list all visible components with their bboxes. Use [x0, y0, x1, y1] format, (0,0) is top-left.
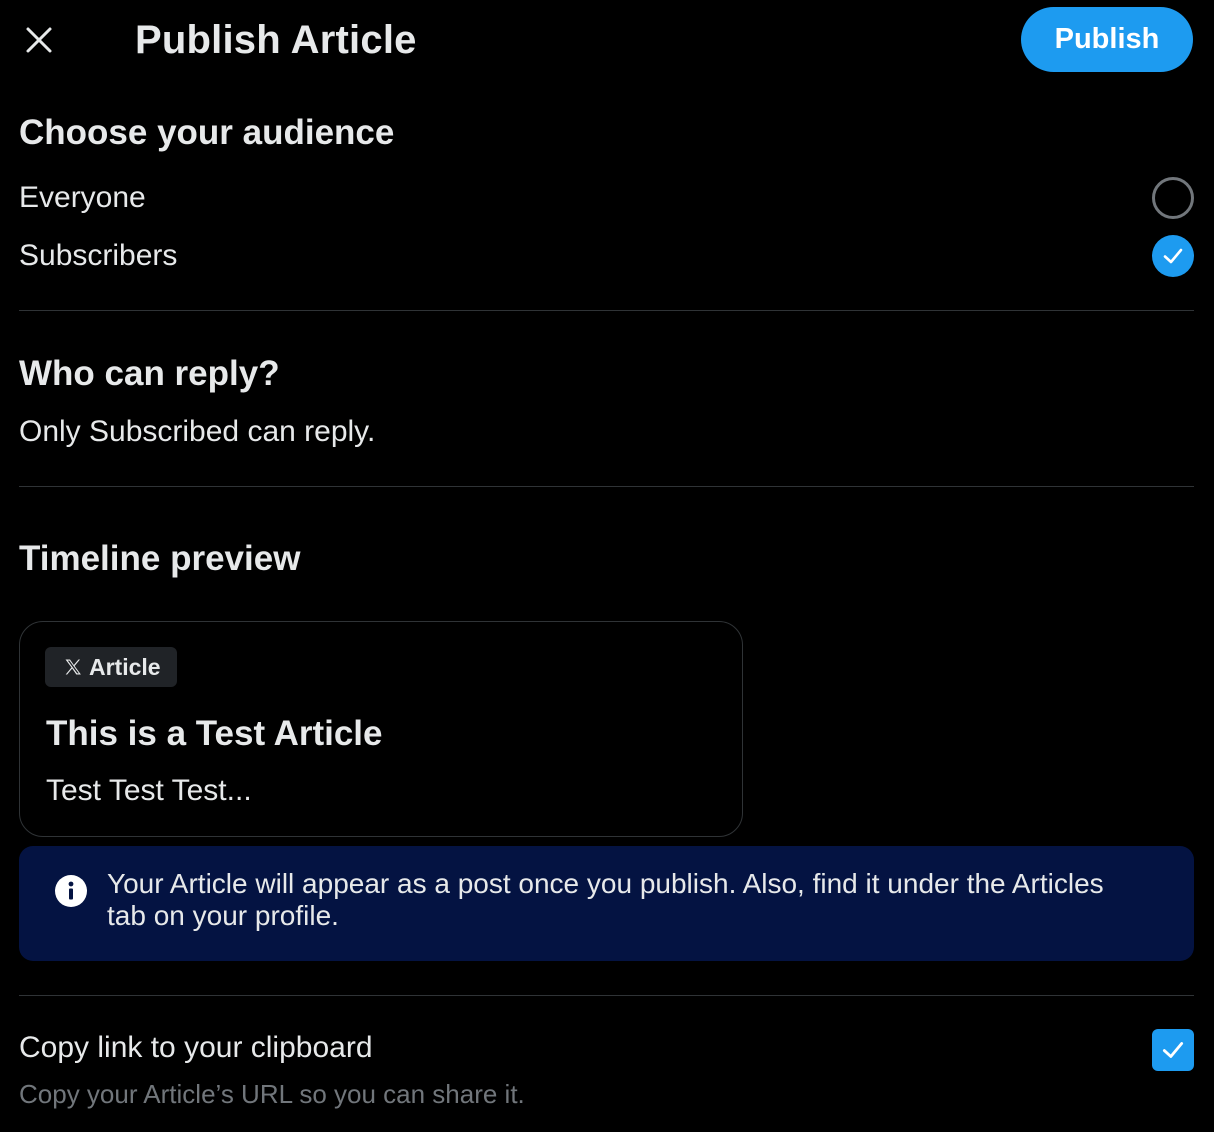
reply-heading: Who can reply?: [19, 354, 280, 393]
page-title: Publish Article: [135, 18, 417, 62]
copy-link-checkbox[interactable]: [1152, 1029, 1194, 1071]
divider: [19, 995, 1194, 996]
article-badge-label: Article: [89, 653, 161, 680]
close-button[interactable]: [17, 18, 61, 62]
reply-description: Only Subscribed can reply.: [19, 415, 376, 448]
timeline-preview-heading: Timeline preview: [19, 539, 301, 578]
info-icon: [55, 875, 87, 907]
audience-everyone-radio[interactable]: [1152, 177, 1194, 219]
audience-subscribers-radio[interactable]: [1152, 235, 1194, 277]
info-text: Your Article will appear as a post once …: [107, 868, 1104, 931]
article-title: This is a Test Article: [46, 714, 383, 753]
divider: [19, 310, 1194, 311]
divider: [19, 486, 1194, 487]
article-excerpt: Test Test Test...: [46, 774, 252, 807]
publish-button[interactable]: Publish: [1021, 7, 1193, 72]
copy-link-title[interactable]: Copy link to your clipboard: [19, 1028, 373, 1068]
article-badge: Article: [45, 647, 177, 687]
audience-heading: Choose your audience: [19, 113, 395, 152]
info-banner: Your Article will appear as a post once …: [19, 846, 1194, 961]
copy-link-subtitle: Copy your Article’s URL so you can share…: [19, 1079, 525, 1109]
close-icon: [26, 27, 52, 53]
article-preview-card: Article This is a Test Article Test Test…: [19, 621, 743, 837]
audience-option-everyone-label[interactable]: Everyone: [19, 179, 146, 217]
checkmark-icon: [1162, 1042, 1184, 1058]
x-logo-icon: [65, 659, 81, 675]
header: Publish Article Publish: [0, 0, 1214, 82]
audience-option-subscribers-label[interactable]: Subscribers: [19, 237, 177, 275]
checkmark-icon: [1163, 248, 1183, 264]
